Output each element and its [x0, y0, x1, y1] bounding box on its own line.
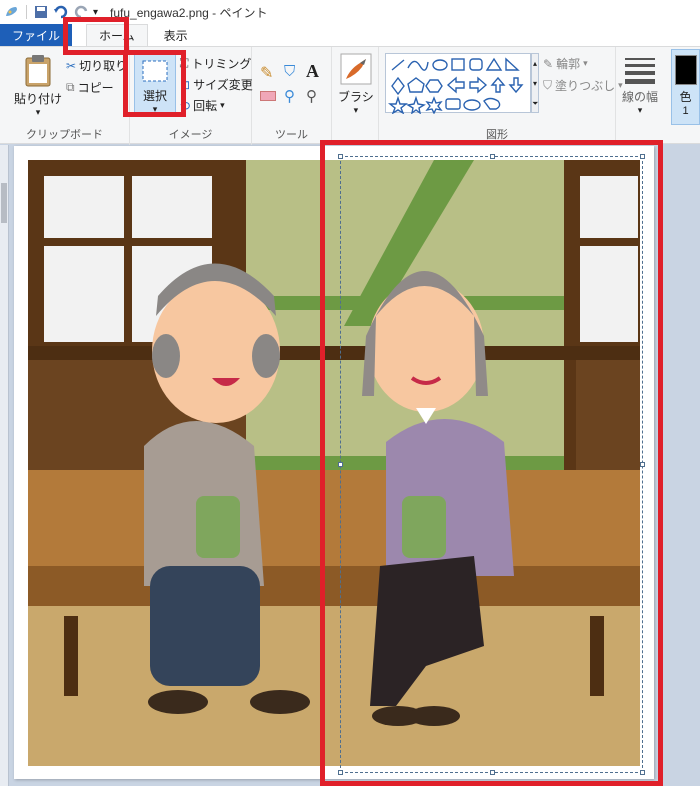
size-button[interactable]: 線の幅 ▾: [622, 55, 658, 116]
selection-handle-t[interactable]: [490, 154, 495, 159]
outline-button[interactable]: ✎ 輪郭 ▾: [543, 55, 588, 72]
size-label: 線の幅: [622, 90, 659, 104]
rotate-label: 回転: [193, 99, 218, 113]
color-picker-icon[interactable]: ⚲: [284, 87, 295, 105]
scrollbar-thumb[interactable]: [1, 183, 7, 223]
shapes-gallery[interactable]: [385, 53, 531, 115]
clipboard-icon: [25, 55, 51, 87]
crop-button[interactable]: ⛶ トリミング: [180, 55, 251, 72]
fill-label: 塗りつぶし: [555, 79, 616, 93]
color1-button[interactable]: 色 1: [671, 49, 700, 125]
ribbon-tabs: ファイル ホーム 表示: [0, 24, 700, 46]
shapes-grid-icon: [388, 57, 524, 115]
color1-number: 1: [682, 105, 689, 117]
redo-icon[interactable]: [73, 4, 89, 20]
image-group-label: イメージ: [168, 129, 213, 141]
rotate-icon: ⟲: [180, 98, 191, 113]
copy-icon: ⧉: [66, 80, 75, 94]
resize-label: サイズ変更: [193, 78, 253, 92]
paint-app-icon[interactable]: [4, 4, 20, 20]
selection-handle-bl[interactable]: [338, 770, 343, 775]
copy-button[interactable]: ⧉ コピー: [66, 79, 114, 96]
crop-label: トリミング: [191, 57, 252, 71]
tab-file[interactable]: ファイル: [0, 24, 73, 46]
tab-home[interactable]: ホーム: [86, 24, 148, 46]
window-title: fufu_engawa2.png - ペイント: [110, 5, 268, 20]
brush-label: ブラシ: [338, 90, 374, 104]
selection-handle-tl[interactable]: [338, 154, 343, 159]
brush-icon: [340, 53, 372, 85]
rotate-dropdown-icon[interactable]: ▾: [220, 100, 225, 111]
resize-icon: ⊡: [180, 77, 191, 92]
eraser-icon[interactable]: [260, 91, 276, 101]
tools-group-label: ツール: [275, 129, 308, 141]
select-dropdown-icon[interactable]: ▾: [153, 104, 158, 115]
ribbon: 貼り付け ▾ ✂ 切り取り ⧉ コピー クリップボード 選択 ▾ ⛶ トリミング…: [0, 46, 700, 145]
rotate-button[interactable]: ⟲ 回転 ▾: [180, 97, 225, 114]
tools-group: ✎ ⛉ A ⚲ ⚲ ツール: [252, 47, 332, 145]
image-group: 選択 ▾ ⛶ トリミング ⊡ サイズ変更 ⟲ 回転 ▾ イメージ: [130, 47, 253, 145]
selection-handle-l[interactable]: [338, 462, 343, 467]
selection-handle-b[interactable]: [490, 770, 495, 775]
selection-handle-tr[interactable]: [640, 154, 645, 159]
shapes-group: ▴ ▾ ⏷ ✎ 輪郭 ▾ ⛉ 塗りつぶし ▾ 図形: [378, 47, 623, 145]
selection-handle-br[interactable]: [640, 770, 645, 775]
outline-label: 輪郭: [556, 57, 581, 71]
fill-button[interactable]: ⛉ 塗りつぶし ▾: [543, 77, 623, 94]
select-button[interactable]: 選択 ▾: [134, 51, 176, 117]
pencil-icon[interactable]: ✎: [260, 63, 273, 83]
fill-icon: ⛉: [543, 78, 553, 92]
paste-dropdown-icon[interactable]: ▾: [36, 107, 41, 118]
save-icon[interactable]: [33, 4, 49, 20]
vertical-scrollbar[interactable]: [0, 145, 9, 786]
brush-button[interactable]: ブラシ ▾: [338, 53, 374, 116]
outline-icon: ✎: [543, 56, 554, 71]
copy-label: コピー: [77, 81, 114, 95]
clipboard-group-label: クリップボード: [26, 129, 103, 141]
select-label: 選択: [142, 89, 167, 103]
magnifier-icon[interactable]: ⚲: [306, 87, 317, 105]
outline-dropdown-icon: ▾: [583, 58, 588, 68]
shapes-group-label: 図形: [486, 129, 508, 141]
line-width-icon: [625, 58, 655, 84]
selection-rectangle[interactable]: [338, 154, 645, 775]
shapes-scroll[interactable]: ▴ ▾ ⏷: [531, 53, 539, 113]
selection-handle-r[interactable]: [640, 462, 645, 467]
scissors-icon: ✂: [66, 58, 77, 73]
divider: [26, 5, 27, 19]
undo-icon[interactable]: [53, 4, 69, 20]
cut-button[interactable]: ✂ 切り取り: [66, 57, 127, 74]
size-dropdown-icon: ▾: [637, 105, 643, 115]
select-rect-icon: [142, 60, 168, 82]
title-bar: ▾ fufu_engawa2.png - ペイント: [0, 0, 700, 24]
brush-dropdown-icon[interactable]: ▾: [354, 105, 359, 116]
tab-view[interactable]: 表示: [152, 24, 200, 46]
color1-label: 色: [679, 90, 692, 104]
paste-button[interactable]: 貼り付け ▾: [14, 53, 62, 118]
color1-swatch: [674, 55, 697, 85]
text-tool-icon[interactable]: A: [306, 61, 319, 82]
crop-icon: ⛶: [180, 56, 189, 70]
clipboard-group: 貼り付け ▾ ✂ 切り取り ⧉ コピー クリップボード: [0, 47, 130, 145]
resize-button[interactable]: ⊡ サイズ変更: [180, 76, 253, 93]
quick-access-dropdown-icon[interactable]: ▾: [93, 7, 98, 18]
paste-label: 貼り付け: [14, 92, 63, 106]
fill-bucket-icon[interactable]: ⛉: [284, 63, 295, 80]
cut-label: 切り取り: [79, 59, 128, 73]
